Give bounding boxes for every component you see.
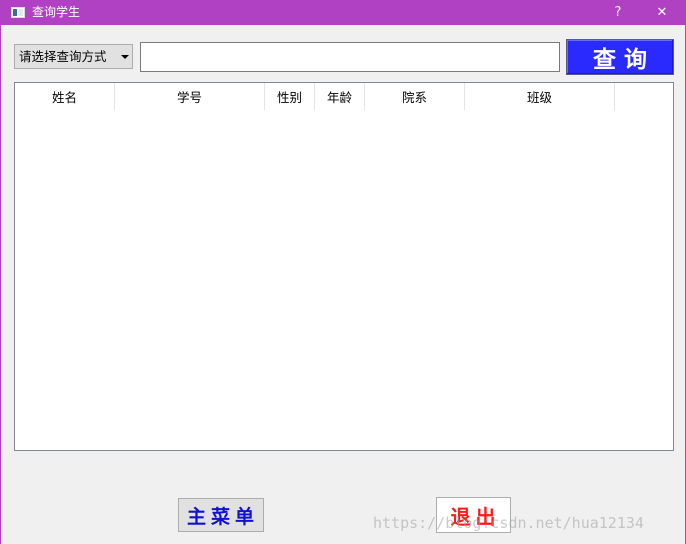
query-mode-select[interactable]: 请选择查询方式 xyxy=(14,44,133,69)
query-mode-selected: 请选择查询方式 xyxy=(19,49,107,64)
query-button[interactable]: 查询 xyxy=(566,39,674,75)
column-header-department[interactable]: 院系 xyxy=(365,83,465,111)
search-input[interactable] xyxy=(140,42,560,72)
help-icon[interactable]: ? xyxy=(598,0,638,25)
column-header-student-id[interactable]: 学号 xyxy=(115,83,265,111)
main-menu-button[interactable]: 主菜单 xyxy=(178,498,264,532)
window-title: 查询学生 xyxy=(32,5,81,19)
student-table[interactable]: 姓名 学号 性别 年龄 院系 班级 xyxy=(14,82,674,451)
exit-button[interactable]: 退出 xyxy=(436,497,511,533)
table-header: 姓名 学号 性别 年龄 院系 班级 xyxy=(15,83,615,111)
close-icon[interactable]: ✕ xyxy=(642,0,682,25)
chevron-down-icon xyxy=(121,55,129,59)
window-app-icon xyxy=(11,7,25,18)
query-student-window: 查询学生 ? ✕ 请选择查询方式 查询 姓名 学号 性别 年龄 院系 班级 主菜… xyxy=(0,0,686,544)
title-bar: 查询学生 ? ✕ xyxy=(1,0,685,25)
column-header-gender[interactable]: 性别 xyxy=(265,83,315,111)
column-header-class[interactable]: 班级 xyxy=(465,83,615,111)
column-header-name[interactable]: 姓名 xyxy=(15,83,115,111)
column-header-age[interactable]: 年龄 xyxy=(315,83,365,111)
